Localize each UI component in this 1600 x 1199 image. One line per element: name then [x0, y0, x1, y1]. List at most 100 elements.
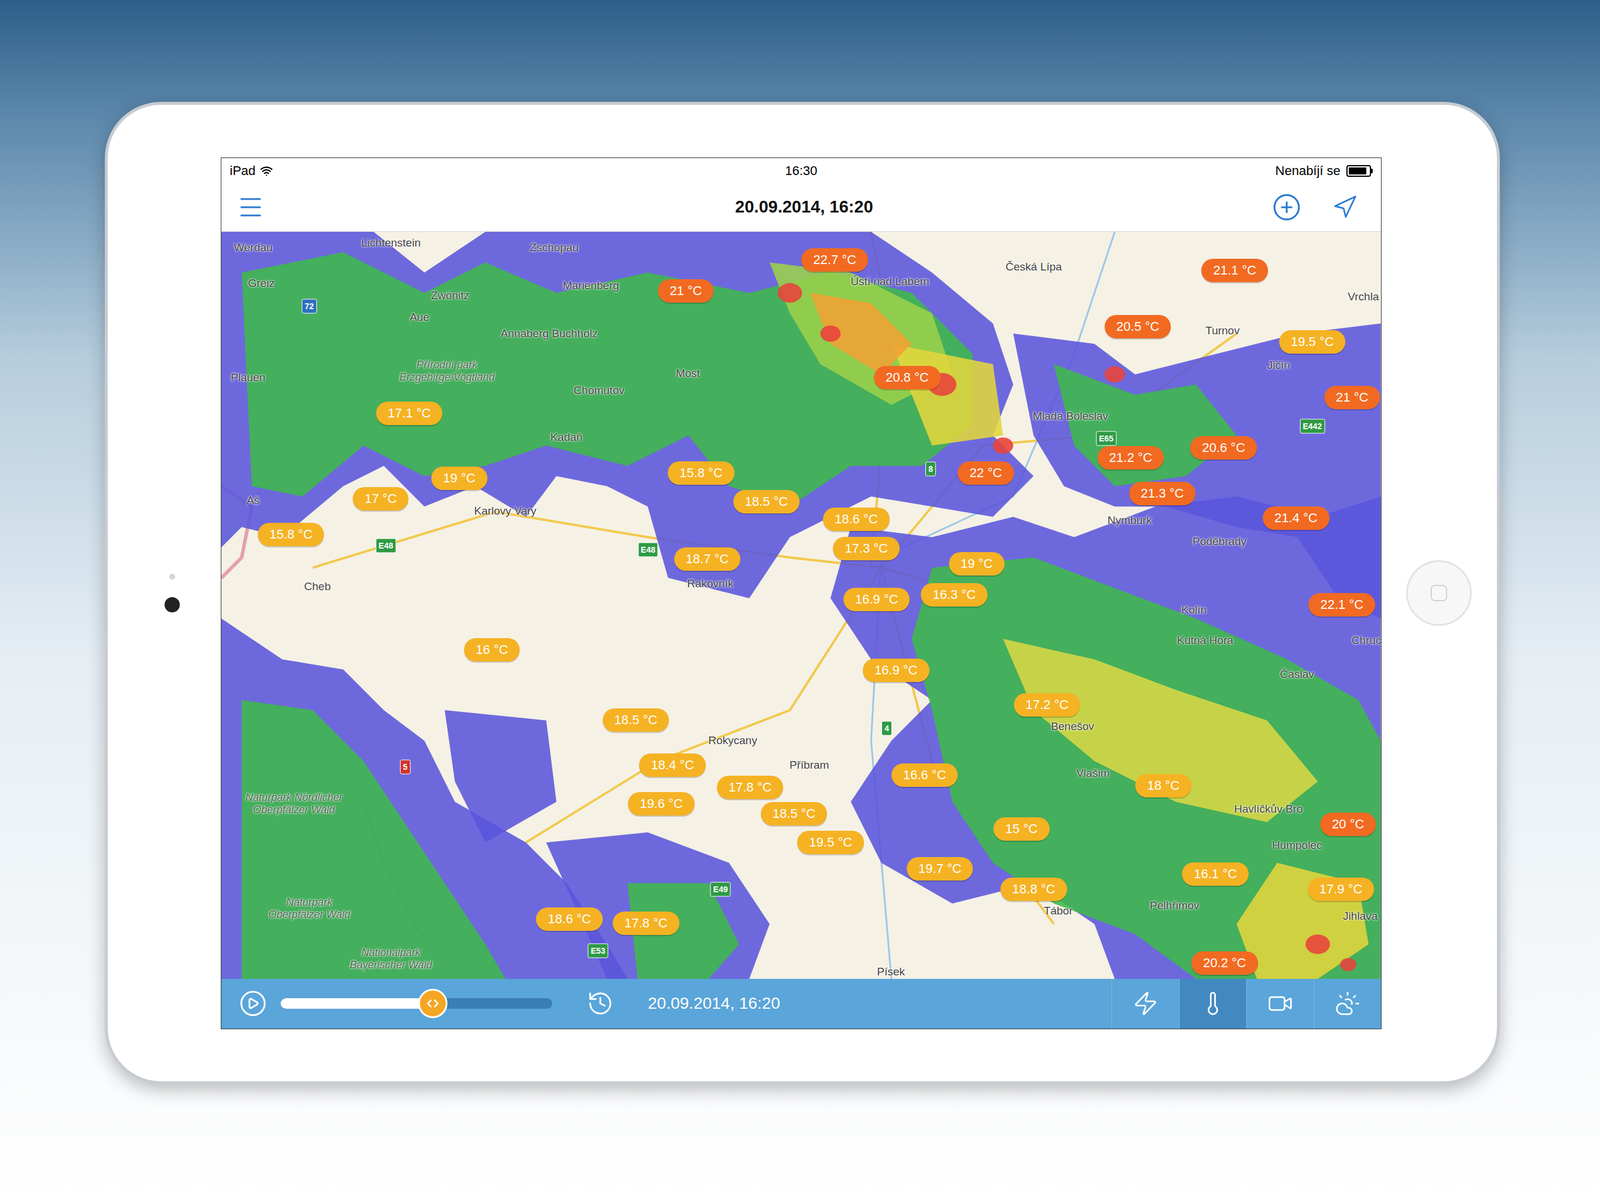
place-label: Werdau	[233, 239, 273, 257]
temperature-pin[interactable]: 17 °C	[352, 487, 409, 511]
temperature-pin[interactable]: 15.8 °C	[257, 522, 325, 547]
temperature-pin[interactable]: 18.6 °C	[536, 907, 604, 932]
place-label: Turnov	[1205, 322, 1240, 340]
place-label: Havlíčkův Bro	[1233, 800, 1303, 818]
drag-arrows-icon	[425, 996, 441, 1012]
place-label: Naturpark Oberpfälzer Wald	[259, 896, 360, 922]
battery-icon	[1346, 165, 1373, 177]
temperature-pin[interactable]: 18 °C	[1135, 774, 1192, 798]
layer-tab[interactable]	[1178, 979, 1247, 1029]
layer-tab[interactable]	[1246, 979, 1314, 1029]
temperature-pin[interactable]: 19.5 °C	[797, 831, 865, 855]
temperature-pin[interactable]: 18.8 °C	[1000, 877, 1068, 902]
temperature-pin[interactable]: 18.5 °C	[760, 802, 828, 826]
temperature-pin[interactable]: 19.6 °C	[627, 792, 695, 816]
temperature-pin[interactable]: 20.2 °C	[1191, 951, 1258, 976]
place-label: Nationalpark Bayerischer Wald	[341, 946, 441, 972]
temperature-pin[interactable]: 19.7 °C	[906, 857, 974, 881]
temperature-pin[interactable]: 21 °C	[1324, 385, 1380, 410]
place-label: Cheb	[303, 578, 331, 596]
camera-lens	[164, 597, 180, 613]
place-label: Chomutov	[573, 382, 625, 400]
slider-fill	[280, 998, 433, 1010]
camera-column	[107, 104, 221, 1082]
sensor-dot	[169, 573, 176, 580]
nav-actions	[1272, 192, 1366, 222]
temperature-pin[interactable]: 20.8 °C	[873, 366, 941, 390]
temperature-pin[interactable]: 17.9 °C	[1307, 877, 1375, 902]
place-label: Poděbrady	[1192, 533, 1247, 551]
play-button[interactable]	[238, 989, 268, 1018]
toolbar-time: 20.09.2014, 16:20	[647, 991, 781, 1017]
timeline-slider[interactable]	[280, 989, 553, 1019]
temperature-pin[interactable]: 17.1 °C	[375, 401, 443, 426]
place-label: Karlovy Vary	[473, 503, 536, 521]
home-button[interactable]	[1406, 560, 1472, 627]
place-label: Příbram	[789, 756, 830, 774]
place-label: Písek	[876, 963, 905, 979]
road-sign: E48	[375, 538, 396, 554]
status-right: Nenabíjí se	[991, 161, 1373, 181]
temperature-pin[interactable]: 17.2 °C	[1013, 693, 1081, 717]
temperature-pin[interactable]: 16 °C	[463, 638, 520, 662]
temperature-pin[interactable]: 22 °C	[958, 461, 1014, 485]
place-label: Naturpark Nördlicher Oberpfälzer Wald	[244, 791, 344, 817]
temperature-pin[interactable]: 16.1 °C	[1181, 862, 1249, 887]
battery-text: Nenabíjí se	[1275, 161, 1341, 181]
temperature-pin[interactable]: 22.1 °C	[1308, 593, 1376, 617]
reset-button[interactable]	[586, 990, 614, 1018]
slider-thumb[interactable]	[418, 989, 448, 1019]
play-icon	[238, 989, 268, 1018]
place-label: Annaberg Buchholz	[500, 325, 598, 343]
place-label: Humpolec	[1272, 837, 1323, 855]
temperature-pin[interactable]: 21.2 °C	[1097, 446, 1165, 470]
temperature-pin[interactable]: 19 °C	[948, 552, 1005, 576]
temperature-pin[interactable]: 20 °C	[1320, 812, 1376, 837]
temperature-pin[interactable]: 21.1 °C	[1201, 258, 1269, 283]
temperature-pin[interactable]: 18.4 °C	[639, 753, 707, 778]
place-label: Přírodní park Erzgebirge/Vogtland	[397, 359, 497, 384]
temperature-pin[interactable]: 15.8 °C	[667, 461, 735, 485]
temperature-pin[interactable]: 16.6 °C	[891, 763, 959, 788]
place-label: Chruc	[1351, 632, 1381, 650]
place-label: Lichtenstein	[361, 234, 421, 252]
temperature-pin[interactable]: 18.6 °C	[822, 507, 890, 532]
place-label: Most	[675, 364, 700, 382]
road-sign: E48	[637, 542, 659, 558]
place-label: Zschopau	[530, 239, 579, 257]
temperature-pin[interactable]: 18.7 °C	[674, 547, 741, 572]
wifi-icon	[260, 164, 273, 178]
temperature-pin[interactable]: 22.7 °C	[801, 248, 869, 272]
add-button[interactable]	[1272, 192, 1302, 222]
temperature-pin[interactable]: 17.8 °C	[612, 911, 680, 936]
temperature-pin[interactable]: 21.3 °C	[1129, 481, 1196, 506]
temperature-pin[interactable]: 16.3 °C	[920, 583, 988, 607]
map[interactable]: WerdauLichtensteinZschopauGreizZwönitzAu…	[221, 231, 1381, 980]
place-label: Nymburk	[1107, 511, 1152, 529]
place-label: Jičín	[1267, 356, 1291, 374]
temperature-pin[interactable]: 17.3 °C	[833, 537, 901, 561]
layer-tab[interactable]	[1313, 979, 1381, 1029]
hamburger-icon	[236, 193, 265, 222]
clock: 16:30	[610, 161, 993, 181]
temperature-pin[interactable]: 16.9 °C	[862, 658, 930, 683]
temperature-icon	[1200, 990, 1226, 1017]
temperature-pin[interactable]: 15 °C	[993, 817, 1050, 841]
temperature-pin[interactable]: 20.6 °C	[1190, 436, 1257, 460]
forecast-icon	[1334, 990, 1361, 1017]
temperature-pin[interactable]: 17.8 °C	[716, 775, 784, 800]
temperature-pin[interactable]: 16.9 °C	[843, 587, 911, 612]
temperature-pin[interactable]: 20.5 °C	[1104, 315, 1172, 339]
temperature-pin[interactable]: 21 °C	[657, 279, 714, 303]
locate-button[interactable]	[1331, 194, 1358, 221]
place-label: Vrchla	[1347, 288, 1379, 306]
temperature-pin[interactable]: 19.5 °C	[1279, 330, 1346, 354]
nav-bar: 20.09.2014, 16:20	[221, 183, 1381, 232]
home-square-icon	[1430, 585, 1448, 602]
temperature-pin[interactable]: 18.5 °C	[602, 708, 670, 733]
temperature-pin[interactable]: 21.4 °C	[1262, 506, 1330, 531]
temperature-pin[interactable]: 18.5 °C	[733, 490, 800, 514]
menu-button[interactable]	[236, 193, 272, 222]
temperature-pin[interactable]: 19 °C	[431, 466, 488, 491]
layer-tab[interactable]	[1111, 979, 1179, 1029]
